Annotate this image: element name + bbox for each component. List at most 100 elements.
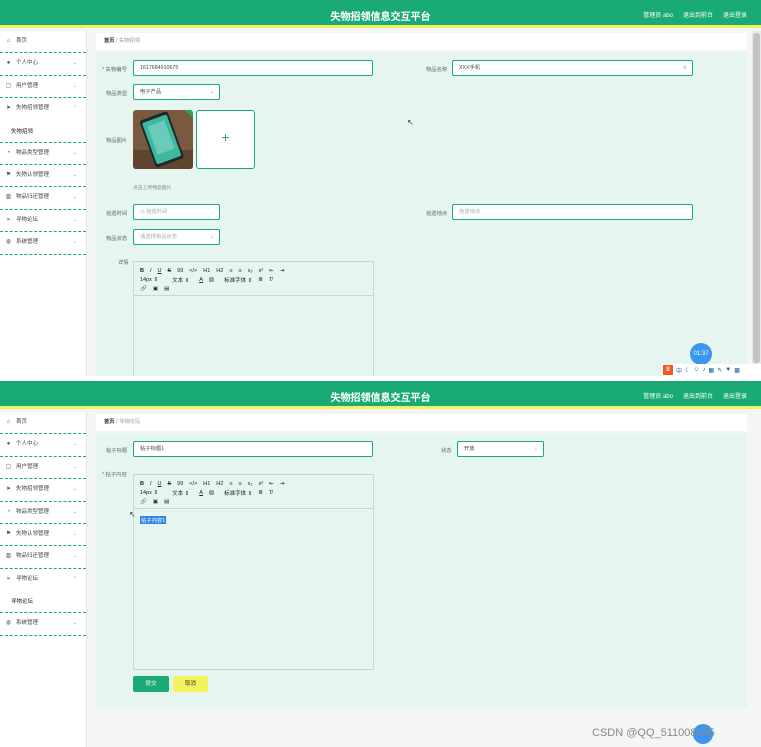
ordered-list-button[interactable]: ≡ [229, 481, 232, 487]
sidebar-item-forum[interactable]: ➢ 寻物论坛 ⌄ [0, 210, 86, 233]
code-button[interactable]: </> [189, 481, 197, 487]
font-color-icon[interactable]: A [199, 277, 203, 283]
item-type-select[interactable]: 电子产品 ⌄ [133, 84, 220, 100]
scrollbar-thumb[interactable] [753, 33, 760, 363]
superscript-button[interactable]: x² [259, 268, 264, 274]
link-icon[interactable]: 🔗 [140, 286, 147, 292]
strike-button[interactable]: S [168, 268, 172, 274]
underline-button[interactable]: U [158, 481, 162, 487]
back-to-front-link[interactable]: 退出到前台 [683, 391, 713, 400]
sidebar-item-profile[interactable]: ● 个人中心 ⌄ [0, 53, 86, 76]
outdent-button[interactable]: ⇤ [269, 481, 274, 487]
image-icon[interactable]: ▣ [153, 286, 158, 292]
uploaded-phone-image[interactable] [133, 110, 193, 169]
sidebar-item-claims[interactable]: ⚑ 失物认领管理 ⌄ [0, 165, 86, 188]
video-icon[interactable]: ▤ [164, 286, 169, 292]
h1-button[interactable]: H1 [203, 268, 210, 274]
sidebar-subitem-forum[interactable]: 寻物论坛 [0, 591, 86, 614]
h1-button[interactable]: H1 [203, 481, 210, 487]
sidebar-subitem-lost-found[interactable]: 失物招领 [0, 121, 86, 143]
text-style-select[interactable]: 文本 ⇕ [172, 489, 189, 497]
submit-button[interactable]: 提交 [133, 676, 169, 692]
item-name-input[interactable]: XXX手机 ⊗ [452, 60, 693, 76]
sidebar-item-returns[interactable]: ▥ 物品归还管理 ⌄ [0, 187, 86, 210]
pickup-place-input[interactable]: 拾遗地点 [452, 204, 693, 220]
sidebar-item-system[interactable]: ◍ 系统管理 ⌄ [0, 613, 86, 636]
strike-button[interactable]: S [168, 481, 172, 487]
post-title-input[interactable]: 帖子标题1 [133, 441, 373, 457]
sidebar-item-item-types[interactable]: ◔ 物品类型管理 ⌄ [0, 143, 86, 165]
moon-icon[interactable]: ☾ [685, 367, 690, 374]
upload-add-button[interactable]: + [196, 110, 255, 169]
quote-button[interactable]: 99 [177, 268, 183, 274]
sidebar-item-profile[interactable]: ● 个人中心 ⌄ [0, 434, 86, 457]
item-status-select[interactable]: 请选择物品状态 ⌄ [133, 229, 220, 245]
chinese-mode-icon[interactable]: 中 [676, 366, 682, 375]
sidebar-item-users[interactable]: ▢ 用户管理 ⌄ [0, 457, 86, 480]
sidebar-item-users[interactable]: ▢ 用户管理 ⌄ [0, 76, 86, 99]
bold-button[interactable]: B [140, 268, 144, 274]
code-button[interactable]: </> [189, 268, 197, 274]
cancel-button[interactable]: 取消 [173, 676, 208, 692]
font-size-select[interactable]: 14px ⇕ [140, 490, 158, 496]
font-size-select[interactable]: 14px ⇕ [140, 277, 158, 283]
breadcrumb-home[interactable]: 首页 [104, 38, 115, 44]
sougou-icon[interactable]: S [663, 365, 673, 375]
bullet-list-button[interactable]: ≡ [239, 268, 242, 274]
highlight-icon[interactable]: ▨ [209, 490, 214, 496]
link-icon[interactable]: 🔗 [140, 499, 147, 505]
video-icon[interactable]: ▤ [164, 499, 169, 505]
lost-no-input[interactable]: 1617684910675 [133, 60, 373, 76]
font-color-icon[interactable]: A [199, 490, 203, 496]
sidebar-item-item-types[interactable]: ◔ 物品类型管理 ⌄ [0, 502, 86, 524]
subscript-button[interactable]: x₂ [248, 481, 253, 487]
post-content-rich-editor[interactable]: B I U S 99 </> H1 H2 ≡ ≡ x₂ x² ⇤ ⇥ 14px … [133, 474, 374, 670]
bold-button[interactable]: B [140, 481, 144, 487]
font-family-select[interactable]: 标准字体 ⇕ [224, 489, 252, 497]
clear-format-icon[interactable]: T̸ [269, 277, 272, 283]
image-icon[interactable]: ▣ [153, 499, 158, 505]
mic-icon[interactable]: ♪ [703, 367, 706, 373]
back-to-front-link[interactable]: 退出到前台 [683, 10, 713, 19]
quote-button[interactable]: 99 [177, 481, 183, 487]
indent-button[interactable]: ⇥ [280, 268, 285, 274]
h2-button[interactable]: H2 [216, 268, 223, 274]
superscript-button[interactable]: x² [259, 481, 264, 487]
editor-selected-text[interactable]: 帖子内容1 [140, 516, 167, 524]
sidebar-item-home[interactable]: ⌂ 首页 [0, 31, 86, 54]
italic-button[interactable]: I [150, 268, 152, 274]
logout-link[interactable]: 退出登录 [723, 10, 747, 19]
text-style-select[interactable]: 文本 ⇕ [172, 276, 189, 284]
ordered-list-button[interactable]: ≡ [229, 268, 232, 274]
sidebar-item-forum[interactable]: ➢ 寻物论坛 ⌃ [0, 569, 86, 591]
indent-button[interactable]: ⇥ [280, 481, 285, 487]
subscript-button[interactable]: x₂ [248, 268, 253, 274]
clear-format-icon[interactable]: T̸ [269, 490, 272, 496]
shirt-icon[interactable]: ▼ [725, 367, 731, 373]
brush-icon[interactable]: ✎ [717, 367, 722, 374]
page-scrollbar[interactable] [752, 31, 761, 376]
detail-rich-editor[interactable]: B I U S 99 </> H1 H2 ≡ ≡ x₂ x² ⇤ ⇥ 14px … [133, 261, 374, 376]
grid-icon[interactable]: ▩ [734, 367, 740, 374]
align-icon[interactable]: ≣ [258, 490, 263, 496]
align-icon[interactable]: ≣ [258, 277, 263, 283]
clear-icon[interactable]: ⊗ [683, 61, 687, 75]
font-family-select[interactable]: 标准字体 ⇕ [224, 276, 252, 284]
sidebar-item-lost-found[interactable]: ➤ 失物招领管理 ⌄ [0, 479, 86, 502]
highlight-icon[interactable]: ▨ [209, 277, 214, 283]
underline-button[interactable]: U [158, 268, 162, 274]
sidebar-item-lost-found[interactable]: ➤ 失物招领管理 ⌃ [0, 98, 86, 120]
italic-button[interactable]: I [150, 481, 152, 487]
sidebar-item-returns[interactable]: ▥ 物品归还管理 ⌄ [0, 546, 86, 569]
pickup-time-input[interactable]: ◷ 拾遗时间 [133, 204, 220, 220]
breadcrumb-home[interactable]: 首页 [104, 419, 115, 425]
smile-icon[interactable]: ☺ [693, 367, 699, 373]
h2-button[interactable]: H2 [216, 481, 223, 487]
status-select[interactable]: 开放 ⌄ [457, 441, 544, 457]
logout-link[interactable]: 退出登录 [723, 391, 747, 400]
outdent-button[interactable]: ⇤ [269, 268, 274, 274]
sidebar-item-claims[interactable]: ⚑ 失物认领管理 ⌄ [0, 524, 86, 547]
timer-badge[interactable]: 01:37 [690, 343, 712, 365]
keyboard-icon[interactable]: ▦ [709, 367, 715, 374]
sidebar-item-system[interactable]: ◍ 系统管理 ⌄ [0, 232, 86, 255]
